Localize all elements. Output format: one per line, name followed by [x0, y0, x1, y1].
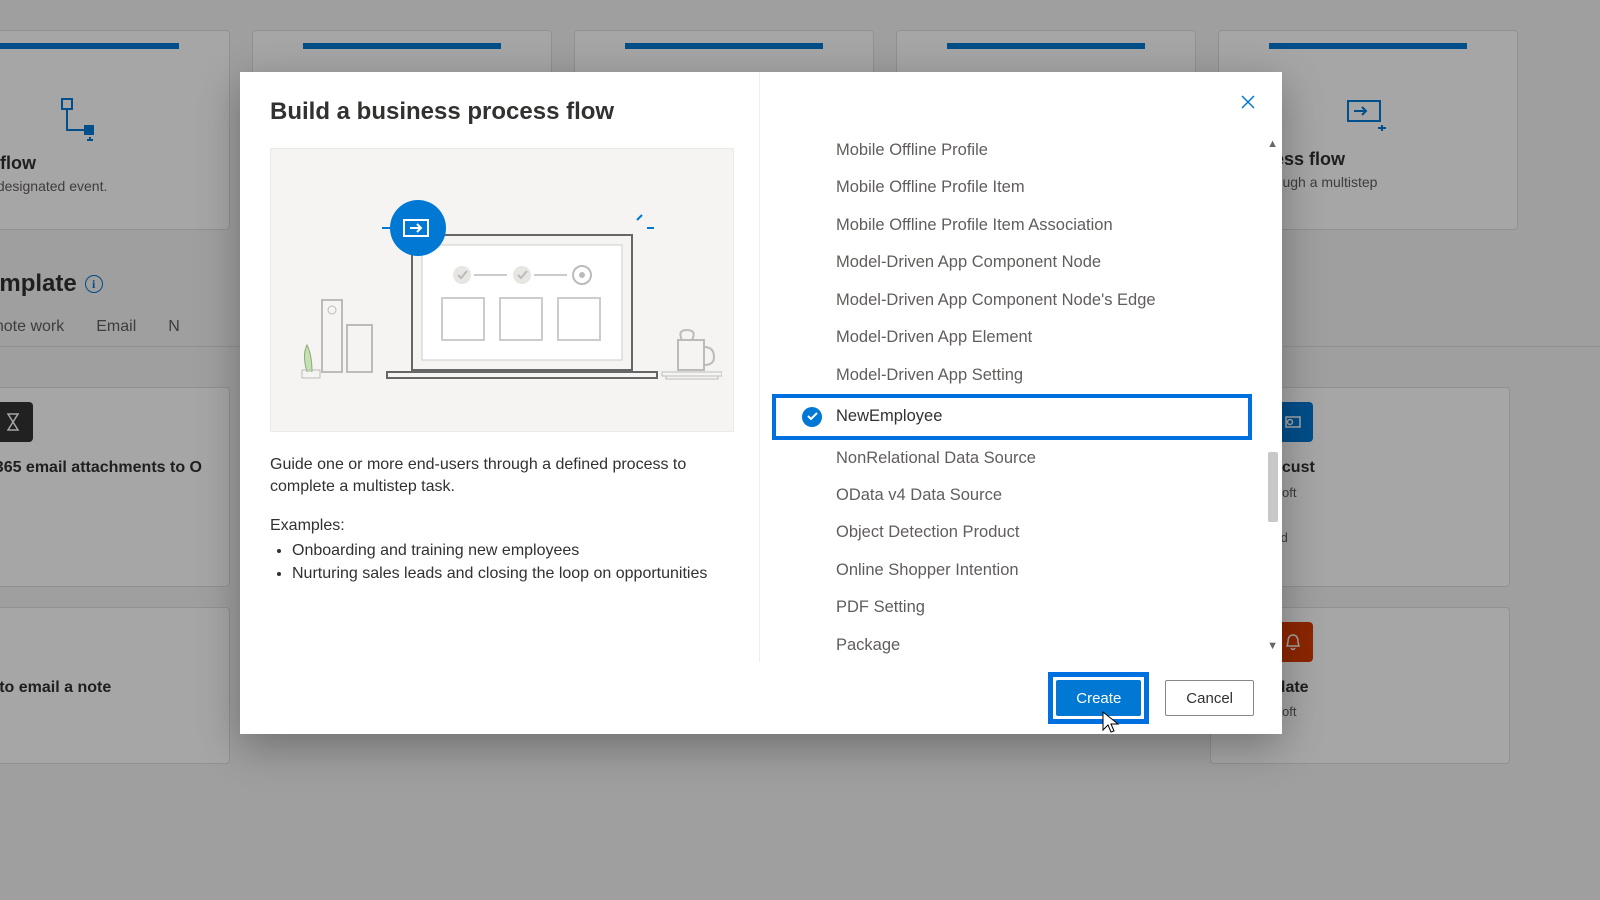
list-item[interactable]: NonRelational Data Source	[760, 440, 1282, 477]
examples-label: Examples:	[270, 517, 729, 535]
example-item: Nurturing sales leads and closing the lo…	[292, 562, 729, 585]
selected-entity-label: NewEmployee	[836, 406, 942, 427]
scrollbar[interactable]	[1268, 152, 1278, 638]
entity-picker-panel: ▲ Mobile Offline Profile Mobile Offline …	[760, 72, 1282, 662]
create-button[interactable]: Create	[1056, 680, 1141, 716]
list-item[interactable]: Mobile Offline Profile Item Association	[760, 207, 1282, 244]
entity-list[interactable]: Mobile Offline Profile Mobile Offline Pr…	[760, 132, 1282, 662]
check-icon	[802, 407, 822, 427]
build-bpf-dialog: Build a business process flow	[240, 72, 1282, 734]
list-item[interactable]: Model-Driven App Component Node	[760, 244, 1282, 281]
list-item[interactable]: Model-Driven App Component Node's Edge	[760, 282, 1282, 319]
list-item-selected[interactable]: NewEmployee	[772, 394, 1252, 439]
dialog-description: Guide one or more end-users through a de…	[270, 454, 729, 499]
bpf-illustration	[270, 148, 734, 432]
list-item[interactable]: Model-Driven App Setting	[760, 357, 1282, 394]
cancel-button[interactable]: Cancel	[1165, 680, 1254, 716]
list-item[interactable]: OData v4 Data Source	[760, 477, 1282, 514]
list-item[interactable]: Mobile Offline Profile Item	[760, 169, 1282, 206]
list-item[interactable]: Mobile Offline Profile	[760, 132, 1282, 169]
example-item: Onboarding and training new employees	[292, 539, 729, 562]
dialog-left-panel: Build a business process flow	[240, 72, 760, 662]
dialog-title: Build a business process flow	[270, 98, 729, 126]
list-item[interactable]: PDF Setting	[760, 589, 1282, 626]
list-item[interactable]: Object Detection Product	[760, 514, 1282, 551]
list-item[interactable]: Package	[760, 627, 1282, 662]
create-button-highlight: Create	[1048, 672, 1149, 724]
dialog-footer: Create Cancel	[240, 662, 1282, 734]
list-item[interactable]: Model-Driven App Element	[760, 319, 1282, 356]
list-item[interactable]: Online Shopper Intention	[760, 552, 1282, 589]
scrollbar-thumb[interactable]	[1268, 452, 1278, 522]
examples-list: Onboarding and training new employees Nu…	[270, 539, 729, 585]
scroll-down-arrow[interactable]: ▼	[1267, 640, 1278, 652]
